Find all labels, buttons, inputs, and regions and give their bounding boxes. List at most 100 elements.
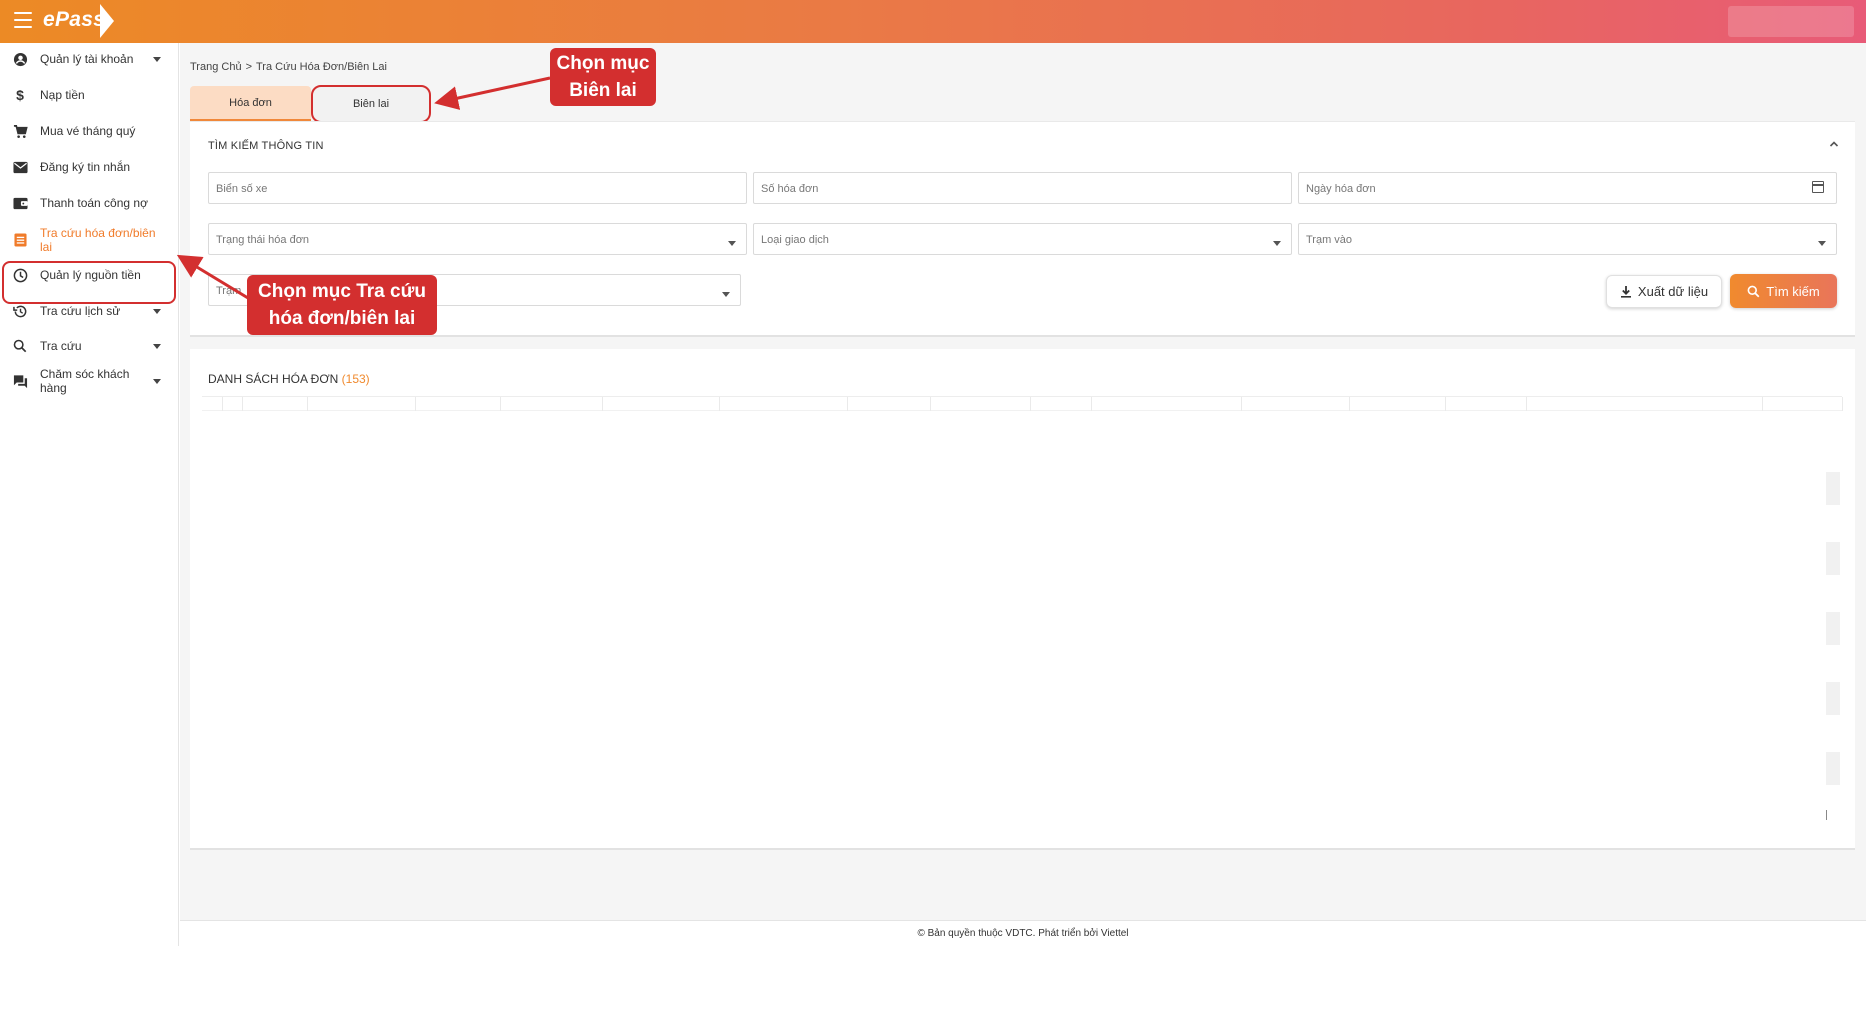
scrollbar-segment — [1826, 612, 1840, 645]
cart-icon — [12, 123, 28, 139]
transaction-type-select[interactable]: Loại giao dịch — [753, 223, 1292, 255]
breadcrumb-home[interactable]: Trang Chủ — [190, 61, 242, 73]
sidebar-item-debt-payment[interactable]: Thanh toán công nợ — [0, 194, 179, 212]
sidebar-item-label: Quản lý tài khoản — [40, 52, 134, 66]
table-column-divider — [719, 397, 720, 411]
invoice-list-title-text: DANH SÁCH HÓA ĐƠN — [208, 372, 339, 386]
sidebar: Quản lý tài khoản $ Nạp tiền Mua vé thán… — [0, 43, 179, 946]
chevron-down-icon — [1818, 241, 1826, 246]
footer-copyright: © Bản quyền thuộc VDTC. Phát triển bởi V… — [917, 928, 1129, 939]
table-column-divider — [602, 397, 603, 411]
sidebar-item-invoice-lookup[interactable]: Tra cứu hóa đơn/biên lai — [0, 223, 179, 257]
callout-line: Chọn mục — [556, 53, 650, 74]
table-column-divider — [1445, 397, 1446, 411]
callout-menu-item: Chọn mục Tra cứu hóa đơn/biên lai — [247, 275, 437, 335]
mail-icon — [12, 159, 28, 175]
sidebar-item-label: Mua vé tháng quý — [40, 124, 136, 138]
chevron-down-icon — [728, 241, 736, 246]
table-column-divider — [1030, 397, 1031, 411]
breadcrumb-current: Tra Cứu Hóa Đơn/Biên Lai — [256, 61, 387, 73]
sidebar-item-monthly-ticket[interactable]: Mua vé tháng quý — [0, 122, 179, 140]
callout-line: hóa đơn/biên lai — [268, 308, 416, 329]
sidebar-item-sms[interactable]: Đăng ký tin nhắn — [0, 158, 179, 176]
tab-invoice[interactable]: Hóa đơn — [190, 86, 311, 121]
invoice-date-input[interactable]: Ngày hóa đơn — [1298, 172, 1837, 204]
table-column-divider — [1526, 397, 1527, 411]
breadcrumb-separator: > — [245, 61, 252, 73]
table-column-divider — [222, 397, 223, 411]
receipt-icon — [12, 232, 28, 248]
invoice-list-title: DANH SÁCH HÓA ĐƠN (153) — [208, 372, 370, 386]
sidebar-item-label: Nạp tiền — [40, 88, 85, 102]
search-icon — [1747, 285, 1760, 297]
sidebar-item-customer-care[interactable]: Chăm sóc khách hàng — [0, 365, 179, 397]
footer: © Bản quyền thuộc VDTC. Phát triển bởi V… — [180, 920, 1866, 946]
scrollbar-segment — [1826, 682, 1840, 715]
table-column-divider — [1349, 397, 1350, 411]
search-icon — [12, 338, 28, 354]
sidebar-item-lookup[interactable]: Tra cứu — [0, 337, 179, 355]
menu-highlight-annotation — [2, 261, 176, 304]
sidebar-item-label: Tra cứu hóa đơn/biên lai — [40, 226, 156, 254]
table-column-divider — [1241, 397, 1242, 411]
download-icon — [1620, 286, 1631, 298]
chevron-down-icon — [153, 343, 161, 349]
sidebar-item-history[interactable]: Tra cứu lịch sử — [0, 302, 179, 320]
menu-icon[interactable] — [14, 12, 32, 28]
chat-icon — [12, 373, 28, 389]
scroll-indicator — [1826, 810, 1827, 820]
tab-receipt[interactable]: Biên lai — [311, 85, 431, 123]
export-button-label: Xuất dữ liệu — [1637, 284, 1709, 299]
callout-receipt-tab: Chọn mục Biên lai — [550, 48, 656, 106]
plate-placeholder: Biển số xe — [216, 183, 268, 195]
plate-input[interactable]: Biển số xe — [208, 172, 747, 204]
calendar-icon[interactable] — [1812, 181, 1824, 193]
entry-station-select[interactable]: Trạm vào — [1298, 223, 1837, 255]
table-column-divider — [242, 397, 243, 411]
breadcrumb: Trang Chủ > Tra Cứu Hóa Đơn/Biên Lai — [190, 61, 387, 73]
chevron-down-icon — [153, 308, 161, 314]
entry-station-placeholder: Trạm vào — [1306, 234, 1353, 246]
top-bar: ePass — [0, 0, 1866, 43]
sidebar-item-label: Chăm sóc khách hàng — [40, 367, 130, 395]
table-column-divider — [930, 397, 931, 411]
scrollbar-segment — [1826, 752, 1840, 785]
table-column-divider — [1762, 397, 1763, 411]
sidebar-item-label: Tra cứu — [40, 339, 82, 353]
wallet-icon — [12, 195, 28, 211]
table-column-divider — [1842, 397, 1843, 411]
invoice-count: (153) — [341, 372, 370, 386]
chevron-down-icon — [1273, 241, 1281, 246]
account-circle-icon — [12, 51, 28, 67]
table-column-divider — [307, 397, 308, 411]
user-menu[interactable] — [1728, 6, 1854, 37]
app-logo[interactable]: ePass — [43, 8, 105, 32]
chevron-down-icon — [722, 292, 730, 297]
chevron-up-icon[interactable] — [1829, 139, 1839, 149]
sidebar-item-account[interactable]: Quản lý tài khoản — [0, 50, 179, 68]
invoice-date-placeholder: Ngày hóa đơn — [1306, 183, 1376, 195]
table-column-divider — [415, 397, 416, 411]
chevron-down-icon — [153, 56, 161, 62]
invoice-status-select[interactable]: Trạng thái hóa đơn — [208, 223, 747, 255]
invoice-number-input[interactable]: Số hóa đơn — [753, 172, 1292, 204]
logo-arrow-icon — [100, 4, 114, 38]
sidebar-item-label: Đăng ký tin nhắn — [40, 160, 131, 174]
invoice-number-placeholder: Số hóa đơn — [761, 183, 819, 195]
search-panel-title: TÌM KIẾM THÔNG TIN — [208, 140, 324, 152]
scrollbar-segment — [1826, 542, 1840, 575]
callout-line: Chọn mục Tra cứu — [258, 281, 426, 302]
search-button-label: Tìm kiếm — [1766, 283, 1820, 299]
search-button[interactable]: Tìm kiếm — [1730, 274, 1837, 308]
callout-line: Biên lai — [569, 80, 637, 101]
history-icon — [12, 303, 28, 319]
sidebar-item-label: Tra cứu lịch sử — [40, 304, 121, 318]
sidebar-item-topup[interactable]: $ Nạp tiền — [0, 86, 179, 104]
dollar-icon: $ — [16, 87, 24, 103]
export-button[interactable]: Xuất dữ liệu — [1606, 275, 1722, 308]
table-header — [202, 396, 1843, 411]
scrollbar-segment — [1826, 472, 1840, 505]
table-column-divider — [847, 397, 848, 411]
transaction-type-placeholder: Loại giao dịch — [761, 234, 829, 246]
invoice-status-placeholder: Trạng thái hóa đơn — [216, 234, 310, 246]
